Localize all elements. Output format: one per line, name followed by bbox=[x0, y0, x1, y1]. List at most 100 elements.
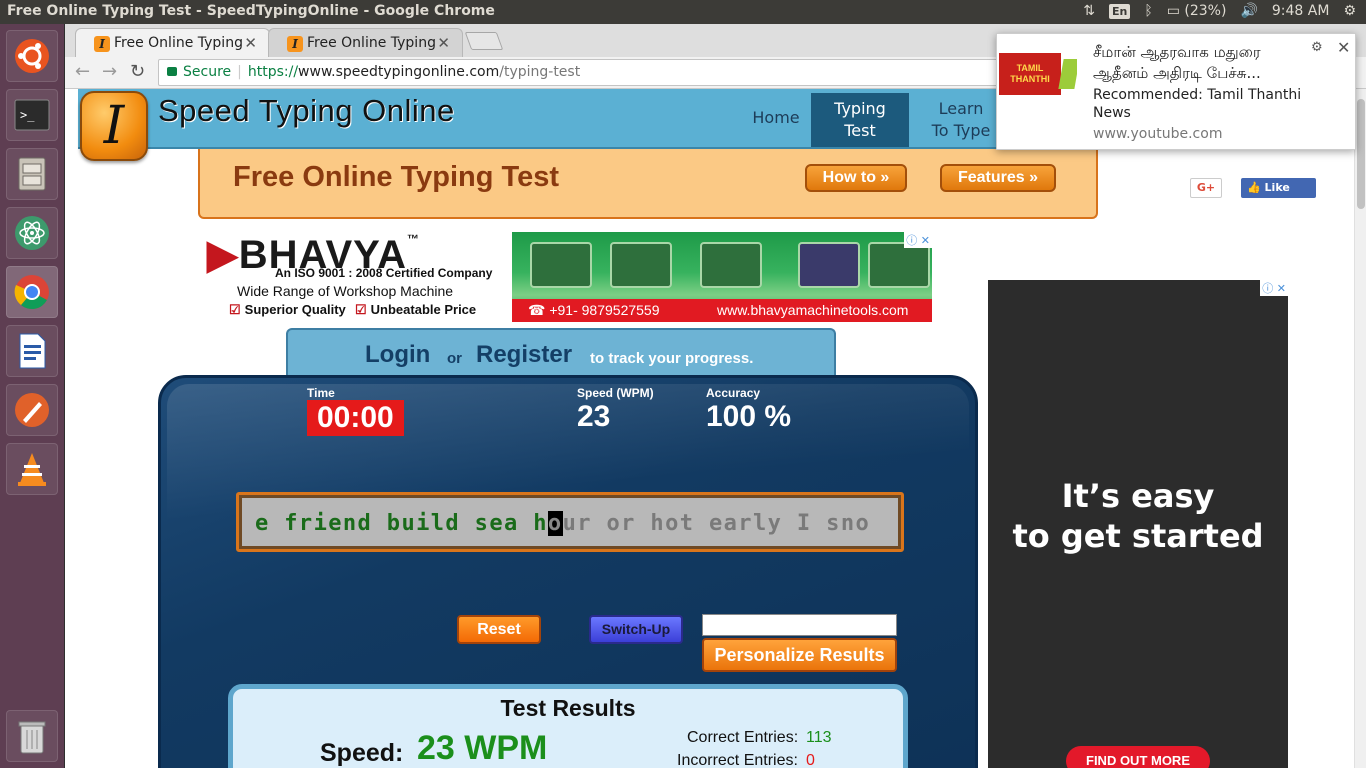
personalize-results-button[interactable]: Personalize Results bbox=[702, 638, 897, 672]
features-button[interactable]: Features » bbox=[940, 164, 1056, 192]
phone-icon: ☎ bbox=[528, 302, 546, 318]
ubuntu-logo-icon bbox=[15, 39, 49, 73]
launcher-vlc[interactable] bbox=[6, 443, 58, 495]
notification-title: சீமான் ஆதரவாக மதுரை ஆதீனம் அதிரடி பேச்சு… bbox=[1093, 43, 1261, 82]
page-scrollbar[interactable] bbox=[1354, 89, 1366, 768]
reload-icon[interactable]: ↻ bbox=[130, 61, 145, 82]
keyboard-language-indicator[interactable]: En bbox=[1108, 3, 1131, 19]
nav-typing-test[interactable]: Typing Test bbox=[811, 93, 909, 147]
tamil-thanthi-logo: TAMIL THANTHI bbox=[999, 53, 1061, 95]
back-arrow-icon[interactable]: ← bbox=[75, 61, 90, 82]
notification-subtitle: Recommended: Tamil Thanthi News bbox=[1093, 87, 1302, 121]
site-brand-name[interactable]: Speed Typing Online bbox=[158, 93, 455, 129]
nav-learn-to-type[interactable]: Learn To Type bbox=[920, 98, 1002, 142]
page-title-banner: Free Online Typing Test How to » Feature… bbox=[198, 149, 1098, 219]
typing-text-box[interactable]: e friend build sea hour or hot early I s… bbox=[236, 492, 904, 552]
machine-image bbox=[868, 242, 930, 288]
launcher-inkscape[interactable] bbox=[6, 384, 58, 436]
login-link[interactable]: Login bbox=[365, 341, 430, 369]
site-favicon-icon: I bbox=[287, 36, 303, 52]
network-icon[interactable]: ⇅ bbox=[1083, 3, 1095, 19]
window-title: Free Online Typing Test - SpeedTypingOnl… bbox=[7, 3, 495, 19]
battery-icon: ▭ bbox=[1166, 3, 1180, 19]
how-to-button[interactable]: How to » bbox=[805, 164, 907, 192]
gear-icon[interactable]: ⚙ bbox=[1311, 40, 1323, 55]
ad-website: www.bhavyamachinetools.com bbox=[717, 302, 909, 318]
launcher-files[interactable] bbox=[6, 148, 58, 200]
correct-entries-value: 113 bbox=[806, 729, 832, 746]
bhavya-price-text: Unbeatable Price bbox=[370, 302, 477, 317]
chrome-icon bbox=[14, 275, 49, 310]
google-plus-button[interactable]: G+ bbox=[1190, 178, 1222, 198]
launcher-chrome[interactable] bbox=[6, 266, 58, 318]
tab-typing-test-active[interactable]: I Free Online Typing ✕ bbox=[75, 28, 270, 57]
find-out-more-button[interactable]: FIND OUT MORE bbox=[1066, 746, 1210, 768]
launcher-writer[interactable] bbox=[6, 325, 58, 377]
ad-headline: It’s easy to get started bbox=[988, 476, 1288, 556]
battery-indicator[interactable]: ▭ (23%) bbox=[1167, 3, 1227, 19]
svg-text:>_: >_ bbox=[20, 108, 35, 122]
volume-icon[interactable]: 🔊 bbox=[1240, 3, 1257, 19]
vlc-cone-icon bbox=[18, 453, 46, 486]
launcher-trash[interactable] bbox=[6, 710, 58, 762]
machine-image bbox=[610, 242, 672, 288]
right-sidebar-ad[interactable]: ⓘ ✕ It’s easy to get started FIND OUT MO… bbox=[988, 280, 1288, 768]
unity-launcher: >_ bbox=[0, 24, 65, 768]
pen-tool-icon bbox=[15, 393, 49, 427]
register-link[interactable]: Register bbox=[476, 341, 572, 369]
speed-label: Speed (WPM) bbox=[577, 386, 654, 400]
time-label: Time bbox=[307, 386, 335, 400]
machine-tools-ad-banner[interactable]: ☎ +91- 9879527559 www.bhavyamachinetools… bbox=[512, 232, 932, 322]
thumbs-up-icon: 👍 bbox=[1247, 181, 1261, 194]
time-value: 00:00 bbox=[307, 400, 404, 436]
bhavya-range-text: Wide Range of Workshop Machine bbox=[237, 283, 454, 299]
ad-contact-strip: ☎ +91- 9879527559 www.bhavyamachinetools… bbox=[512, 299, 932, 322]
bhavya-iso-text: An ISO 9001 : 2008 Certified Company bbox=[275, 266, 493, 280]
nav-typing-test-line2: Test bbox=[844, 121, 876, 140]
machine-image bbox=[530, 242, 592, 288]
tab-label: Free Online Typing bbox=[114, 35, 243, 51]
url-path: /typing-test bbox=[499, 64, 581, 80]
clock[interactable]: 9:48 AM bbox=[1272, 3, 1330, 19]
result-speed-label: Speed: bbox=[320, 739, 404, 767]
login-or-text: or bbox=[447, 350, 462, 367]
name-input[interactable] bbox=[702, 614, 897, 636]
ad-choices-icon[interactable]: ⓘ ✕ bbox=[1260, 280, 1288, 296]
notification-thumbnail: TAMIL THANTHI bbox=[999, 53, 1077, 95]
secure-label: Secure bbox=[183, 64, 232, 80]
tab-close-icon[interactable]: ✕ bbox=[437, 34, 450, 52]
logo-green-stripe bbox=[1058, 59, 1077, 89]
close-icon[interactable]: ✕ bbox=[1337, 38, 1350, 57]
tab-close-icon[interactable]: ✕ bbox=[244, 34, 257, 52]
incorrect-entries-value: 0 bbox=[806, 752, 815, 768]
reset-button[interactable]: Reset bbox=[457, 615, 541, 644]
power-gear-icon[interactable]: ⚙ bbox=[1343, 3, 1356, 19]
bluetooth-icon[interactable]: ᛒ bbox=[1144, 3, 1152, 19]
typing-test-panel: Time 00:00 Speed (WPM) 23 Accuracy 100 %… bbox=[158, 375, 978, 768]
scrollbar-thumb[interactable] bbox=[1357, 99, 1365, 209]
site-logo-icon[interactable]: I bbox=[80, 91, 148, 161]
nav-home-label: Home bbox=[752, 108, 800, 127]
ad-phone: +91- 9879527559 bbox=[549, 302, 660, 318]
accuracy-value: 100 % bbox=[706, 400, 792, 433]
web-page: I Speed Typing Online Home Typing Test L… bbox=[65, 89, 1366, 768]
nav-home[interactable]: Home bbox=[736, 107, 816, 129]
forward-arrow-icon[interactable]: → bbox=[102, 61, 117, 82]
facebook-like-button[interactable]: 👍 Like 1.8k bbox=[1241, 178, 1316, 214]
trademark-symbol: ™ bbox=[407, 232, 421, 246]
machine-image bbox=[700, 242, 762, 288]
track-progress-text: to track your progress. bbox=[590, 350, 754, 367]
test-results-box: Test Results Speed: 23 WPM Correct Entri… bbox=[228, 684, 908, 768]
omnibox-separator: | bbox=[237, 64, 242, 80]
launcher-terminal[interactable]: >_ bbox=[6, 89, 58, 141]
chrome-notification[interactable]: TAMIL THANTHI சீமான் ஆதரவாக மதுரை ஆதீனம்… bbox=[996, 33, 1356, 150]
url-scheme: https:// bbox=[247, 64, 299, 80]
bhavya-quality: ☑ Superior Quality bbox=[229, 302, 346, 318]
bhavya-ad[interactable]: ▶BHAVYA™ An ISO 9001 : 2008 Certified Co… bbox=[207, 232, 504, 322]
tab-typing-test-second[interactable]: I Free Online Typing ✕ bbox=[268, 28, 463, 57]
new-tab-button[interactable] bbox=[464, 32, 504, 50]
ubuntu-dash-button[interactable] bbox=[6, 30, 58, 82]
ad-choices-icon[interactable]: ⓘ ✕ bbox=[904, 232, 932, 248]
launcher-atom[interactable] bbox=[6, 207, 58, 259]
switch-up-button[interactable]: Switch-Up bbox=[589, 615, 683, 644]
